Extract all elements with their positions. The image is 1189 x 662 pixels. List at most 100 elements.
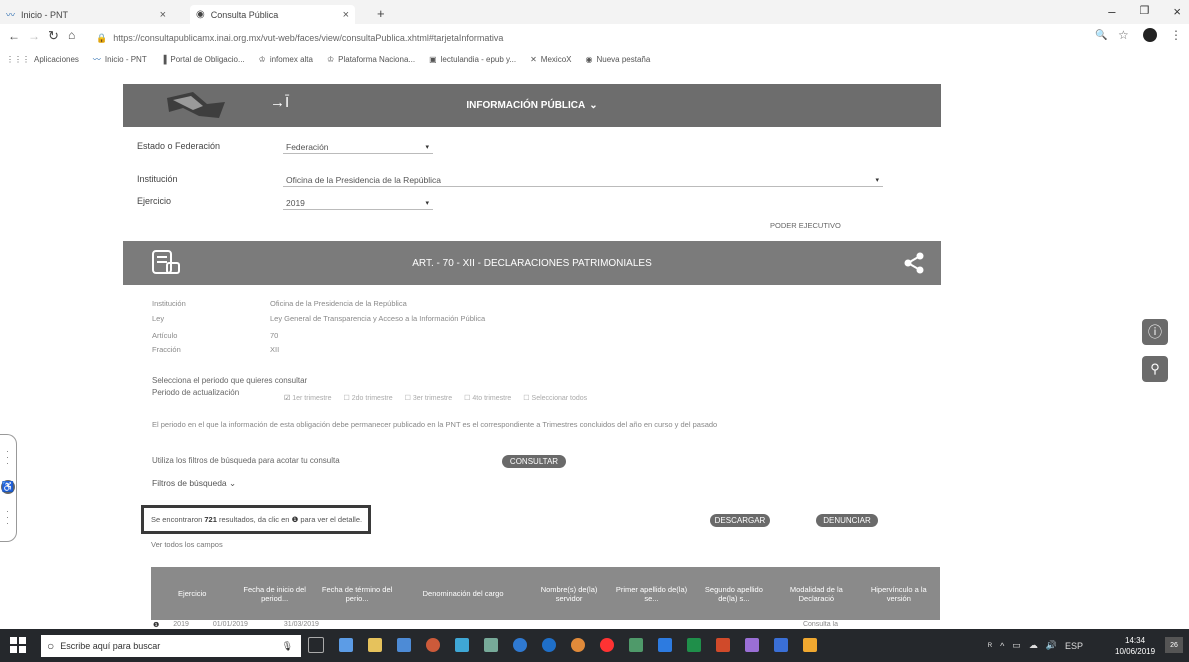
star-icon[interactable]: ☆ bbox=[1118, 28, 1129, 42]
detail-label: Fracción bbox=[152, 345, 181, 354]
people-icon[interactable]: ᴿ bbox=[988, 641, 992, 651]
row-info-icon[interactable]: ❶ bbox=[153, 621, 159, 629]
institucion-select[interactable]: Oficina de la Presidencia de la Repúblic… bbox=[283, 173, 883, 187]
ver-campos-link[interactable]: Ver todos los campos bbox=[151, 540, 223, 549]
minimize-icon[interactable]: – bbox=[1108, 4, 1115, 19]
bookmark-lectulandia[interactable]: ▣ lectulandia - epub y... bbox=[429, 55, 516, 64]
table-cell: 01/01/2019 bbox=[212, 621, 248, 628]
results-suffix: resultados, da clic en bbox=[219, 515, 290, 524]
microphone-icon[interactable]: 🎙 bbox=[282, 641, 293, 652]
table-header-cell[interactable]: Denominación del cargo bbox=[398, 589, 528, 598]
file-explorer-icon[interactable] bbox=[803, 638, 817, 652]
menu-dots-icon[interactable]: ⋮ bbox=[1170, 28, 1182, 42]
bookmark-label: MexicoX bbox=[540, 54, 572, 64]
close-tab-icon[interactable]: × bbox=[160, 9, 166, 21]
calendar-icon[interactable] bbox=[745, 638, 759, 652]
volume-icon[interactable]: 🔊 bbox=[1046, 640, 1057, 651]
detail-value: 70 bbox=[270, 331, 279, 340]
filtros-toggle[interactable]: Filtros de búsqueda ⌄ bbox=[152, 478, 236, 489]
table-row[interactable]: ❶ 2019 01/01/2019 31/03/2019 Consulta la bbox=[151, 621, 940, 629]
edge-icon[interactable] bbox=[513, 638, 527, 652]
info-publica-menu[interactable]: INFORMACIÓN PÚBLICA ⌄ bbox=[123, 84, 941, 127]
bookmark-infomex[interactable]: ♔ infomex alta bbox=[259, 55, 313, 64]
filtros-label: Filtros de búsqueda bbox=[152, 478, 227, 488]
cloud-icon[interactable]: ☁ bbox=[1029, 640, 1038, 651]
outlook-icon[interactable] bbox=[397, 638, 411, 652]
bookmark-nueva-pestana[interactable]: ◉ Nueva pestaña bbox=[585, 55, 650, 64]
descargar-button[interactable]: DESCARGAR bbox=[710, 514, 770, 527]
bookmarks-bar: ⋮⋮⋮ Aplicaciones 〰 Inicio - PNT ▐ Portal de… bbox=[0, 50, 1189, 68]
powerpoint-icon[interactable] bbox=[716, 638, 730, 652]
period-option-all[interactable]: ☐ Seleccionar todos bbox=[523, 394, 587, 402]
option-label: 4to trimestre bbox=[472, 395, 512, 402]
apps-grid-icon: ⋮⋮⋮ bbox=[6, 54, 30, 64]
search-placeholder: Escribe aquí para buscar bbox=[60, 641, 161, 651]
windows-start-icon[interactable] bbox=[10, 637, 26, 653]
bookmark-inicio-pnt[interactable]: 〰 Inicio - PNT bbox=[93, 54, 147, 65]
magnifier-icon[interactable]: ⚲ bbox=[1142, 356, 1168, 382]
clock[interactable]: 14:34 10/06/2019 bbox=[1115, 635, 1155, 657]
store-icon[interactable] bbox=[368, 638, 382, 652]
app-icon[interactable] bbox=[455, 638, 469, 652]
close-window-icon[interactable]: × bbox=[1173, 4, 1181, 19]
share-icon[interactable] bbox=[903, 252, 925, 274]
accessibility-icon[interactable]: ♿ bbox=[1, 480, 15, 494]
estado-label: Estado o Federación bbox=[137, 141, 221, 151]
tab-inicio-pnt[interactable]: 〰 Inicio - PNT × bbox=[6, 5, 166, 24]
consultar-button[interactable]: CONSULTAR bbox=[502, 455, 566, 468]
ie-icon[interactable] bbox=[542, 638, 556, 652]
app-icon[interactable] bbox=[774, 638, 788, 652]
bookmark-plataforma[interactable]: ♔ Plataforma Naciona... bbox=[327, 55, 415, 64]
estado-select[interactable]: Federación ▾ bbox=[283, 140, 433, 154]
network-icon[interactable]: ▭ bbox=[1012, 640, 1021, 651]
profile-avatar[interactable] bbox=[1143, 28, 1157, 42]
address-bar[interactable]: 🔒 https://consultapublicamx.inai.org.mx/… bbox=[96, 29, 1056, 47]
denunciar-button[interactable]: DENUNCIAR bbox=[816, 514, 878, 527]
period-label: Periodo de actualización bbox=[152, 388, 240, 397]
notifications-icon[interactable]: 26 bbox=[1165, 637, 1183, 653]
bookmark-mexicox[interactable]: ✕ MexicoX bbox=[530, 55, 571, 64]
detail-value: XII bbox=[270, 345, 280, 354]
back-arrow-icon[interactable]: ← bbox=[8, 29, 20, 43]
period-option-3[interactable]: ☐ 3er trimestre bbox=[405, 394, 453, 402]
opera-icon[interactable] bbox=[600, 638, 614, 652]
period-option-1[interactable]: ☑ 1er trimestre bbox=[284, 394, 332, 402]
table-header-cell[interactable]: Segundo apellido de(la) s... bbox=[693, 585, 775, 603]
table-header-cell[interactable]: Nombre(s) de(la) servidor bbox=[528, 585, 610, 603]
bookmark-portal[interactable]: ▐ Portal de Obligacio... bbox=[161, 55, 245, 64]
period-option-4[interactable]: ☐ 4to trimestre bbox=[464, 394, 511, 402]
table-header-cell[interactable]: Modalidad de la Declaració bbox=[775, 585, 857, 603]
bookmark-apps[interactable]: ⋮⋮⋮ Aplicaciones bbox=[6, 55, 79, 64]
firefox-icon[interactable] bbox=[571, 638, 585, 652]
chrome-icon[interactable] bbox=[426, 638, 440, 652]
task-view-icon[interactable] bbox=[308, 637, 324, 653]
institucion-value: Oficina de la Presidencia de la Repúblic… bbox=[286, 174, 441, 185]
table-header-cell[interactable]: Primer apellido de(la) se... bbox=[610, 585, 692, 603]
excel-icon[interactable] bbox=[687, 638, 701, 652]
taskbar-search[interactable]: ○ Escribe aquí para buscar 🎙 bbox=[41, 635, 301, 657]
forward-arrow-icon[interactable]: → bbox=[28, 29, 40, 43]
detail-value: Ley General de Transparencia y Acceso a … bbox=[270, 314, 486, 323]
app-icon[interactable] bbox=[484, 638, 498, 652]
chevron-up-icon[interactable]: ^ bbox=[1000, 641, 1004, 651]
table-header-cell[interactable]: Fecha de término del perio... bbox=[316, 585, 398, 603]
maximize-icon[interactable]: ❐ bbox=[1140, 4, 1150, 19]
language-indicator[interactable]: ESP bbox=[1065, 641, 1083, 651]
detail-label: Artículo bbox=[152, 331, 178, 340]
table-header-cell[interactable]: Fecha de inicio del period... bbox=[233, 585, 315, 603]
new-tab-icon[interactable]: + bbox=[377, 6, 385, 21]
mail-icon[interactable] bbox=[339, 638, 353, 652]
zoom-icon[interactable]: 🔍 bbox=[1095, 30, 1107, 41]
option-label: 3er trimestre bbox=[412, 395, 453, 402]
alert-icon[interactable]: ⓘ bbox=[1142, 319, 1168, 345]
app-icon[interactable] bbox=[629, 638, 643, 652]
ejercicio-select[interactable]: 2019 ▾ bbox=[283, 196, 433, 210]
word-icon[interactable] bbox=[658, 638, 672, 652]
home-icon[interactable]: ⌂ bbox=[68, 28, 75, 42]
tab-consulta-publica[interactable]: ◉ Consulta Pública × bbox=[190, 5, 355, 24]
close-tab-icon[interactable]: × bbox=[343, 9, 349, 21]
table-header-cell[interactable]: Ejercicio bbox=[151, 589, 233, 598]
period-option-2[interactable]: ☐ 2do trimestre bbox=[344, 394, 393, 402]
table-header-cell[interactable]: Hipervínculo a la versión bbox=[858, 585, 940, 603]
reload-icon[interactable]: ↻ bbox=[48, 28, 59, 44]
